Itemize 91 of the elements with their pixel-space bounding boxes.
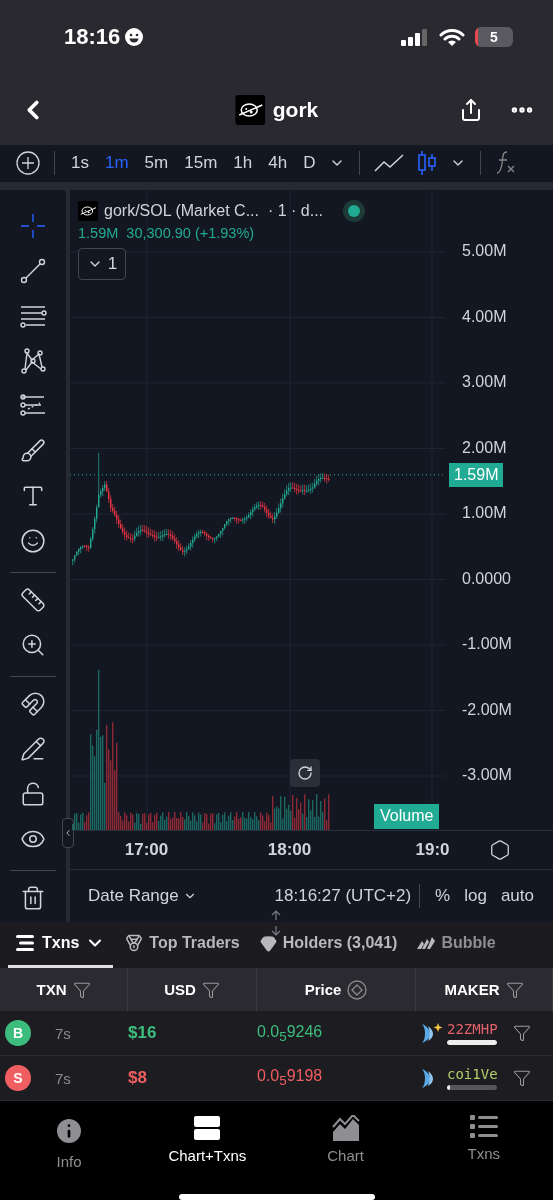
sort-icon[interactable] xyxy=(347,979,368,1000)
interval-tab[interactable]: D xyxy=(295,153,324,174)
filter-icon[interactable] xyxy=(505,980,524,999)
filter-icon[interactable] xyxy=(201,980,220,999)
crosshair-icon xyxy=(19,212,47,240)
interval-tab[interactable]: 1h xyxy=(225,153,261,174)
column-header: USD xyxy=(164,981,196,999)
magnet-icon xyxy=(20,691,46,717)
brush-icon xyxy=(20,438,46,464)
price-axis-label: 3.00M xyxy=(462,373,507,392)
scale-option[interactable]: auto xyxy=(493,885,541,906)
volume-label: Volume xyxy=(374,803,440,829)
filter-icon[interactable] xyxy=(72,980,91,999)
split-view-icon xyxy=(194,1115,221,1141)
scale-option[interactable]: log xyxy=(457,885,494,906)
share-icon[interactable] xyxy=(459,97,483,122)
time-axis-label: 18:00 xyxy=(267,839,312,860)
price-axis-label: -1.00M xyxy=(462,635,512,654)
nav-tab[interactable]: Chart+Txns xyxy=(138,1114,277,1171)
panel-tab[interactable]: Top Traders xyxy=(117,921,248,969)
logo-icon xyxy=(78,200,98,221)
legend-values: 1.59M 30,300.90 (+1.93%) xyxy=(78,224,256,241)
pattern-icon xyxy=(19,347,47,375)
maker-balance-bar xyxy=(447,1085,497,1091)
status-time: 18:16 xyxy=(64,24,121,51)
collapse-button[interactable] xyxy=(62,817,74,848)
indicators-toggle[interactable]: 1 xyxy=(78,247,126,280)
area-chart-icon xyxy=(331,1115,360,1141)
time-axis-label: 17:00 xyxy=(124,839,169,860)
date-range-button[interactable]: Date Range xyxy=(88,885,197,906)
list-icon xyxy=(16,935,36,952)
nav-tab[interactable]: Txns xyxy=(414,1114,553,1171)
price-axis-label: -3.00M xyxy=(462,766,512,785)
unlock-icon xyxy=(20,781,46,807)
time-axis-label: 19:0 xyxy=(415,839,450,860)
bubbles-icon xyxy=(417,937,436,950)
filter-icon[interactable] xyxy=(513,1069,531,1088)
nav-tab[interactable]: Info xyxy=(0,1114,139,1171)
interval-tab[interactable]: 5m xyxy=(136,153,177,174)
trend-line-icon xyxy=(19,257,47,285)
price-text: 0.0$_{5}$9246 xyxy=(257,1022,323,1044)
column-header: TXN xyxy=(36,981,67,999)
reset-button[interactable] xyxy=(290,758,320,787)
chevron-left-icon xyxy=(63,827,73,838)
pencil-icon xyxy=(20,736,46,762)
list-icon xyxy=(469,1115,498,1139)
clock-text: 18:16:27 (UTC+2) xyxy=(274,885,412,906)
last-price-tag: 1.59M xyxy=(449,462,504,487)
panel-tab[interactable]: Holders (3,041) xyxy=(251,921,406,969)
resize-handle-icon[interactable] xyxy=(271,909,281,936)
wifi-icon xyxy=(439,27,465,47)
age-text: 7s xyxy=(55,1069,71,1087)
price-axis-label: -2.00M xyxy=(462,700,512,719)
reset-icon xyxy=(297,764,313,781)
battery-icon: 5 xyxy=(475,27,513,48)
diamond-icon xyxy=(259,934,277,952)
price-axis-label: 0.0000 xyxy=(462,569,511,588)
maker-address[interactable]: 22ZMHP xyxy=(447,1021,498,1038)
smiley-icon xyxy=(20,528,46,554)
column-header: MAKER xyxy=(444,981,500,999)
nav-tab[interactable]: Chart xyxy=(276,1114,415,1171)
age-text: 7s xyxy=(55,1024,71,1042)
interval-tab[interactable]: 1m xyxy=(96,153,137,174)
usd-amount: $16 xyxy=(128,1023,157,1044)
zoom-in-icon xyxy=(20,632,46,658)
price-axis-label: 4.00M xyxy=(462,307,507,326)
usd-amount: $8 xyxy=(128,1068,147,1089)
panel-tab[interactable]: Bubble xyxy=(409,921,500,969)
price-axis-label: 5.00M xyxy=(462,242,507,261)
side-badge: B xyxy=(5,1020,31,1047)
price-text: 0.0$_{5}$9198 xyxy=(257,1067,323,1089)
interval-tab[interactable]: 1s xyxy=(63,153,97,174)
ruler-icon xyxy=(20,587,46,613)
interval-tab[interactable]: 4h xyxy=(260,153,296,174)
filter-icon[interactable] xyxy=(513,1024,531,1043)
price-axis-label: 1.00M xyxy=(462,504,507,523)
token-title: gork xyxy=(272,97,319,122)
settings-icon[interactable] xyxy=(489,838,511,861)
legend-title: gork/SOL (Market C... · 1 · d... xyxy=(104,201,323,220)
medal-icon xyxy=(125,934,144,953)
trash-icon xyxy=(20,885,46,911)
column-header: Price xyxy=(304,981,342,999)
signal-icon xyxy=(401,28,429,47)
price-axis-label: 2.00M xyxy=(462,438,507,457)
side-badge: S xyxy=(5,1065,31,1092)
interval-tab[interactable]: 15m xyxy=(176,153,226,174)
smiley-icon xyxy=(125,28,144,47)
maker-address[interactable]: coi1Ve xyxy=(447,1066,498,1083)
logo-icon xyxy=(234,94,265,125)
maker-balance-bar xyxy=(447,1040,497,1046)
scale-option[interactable]: % xyxy=(428,885,458,906)
